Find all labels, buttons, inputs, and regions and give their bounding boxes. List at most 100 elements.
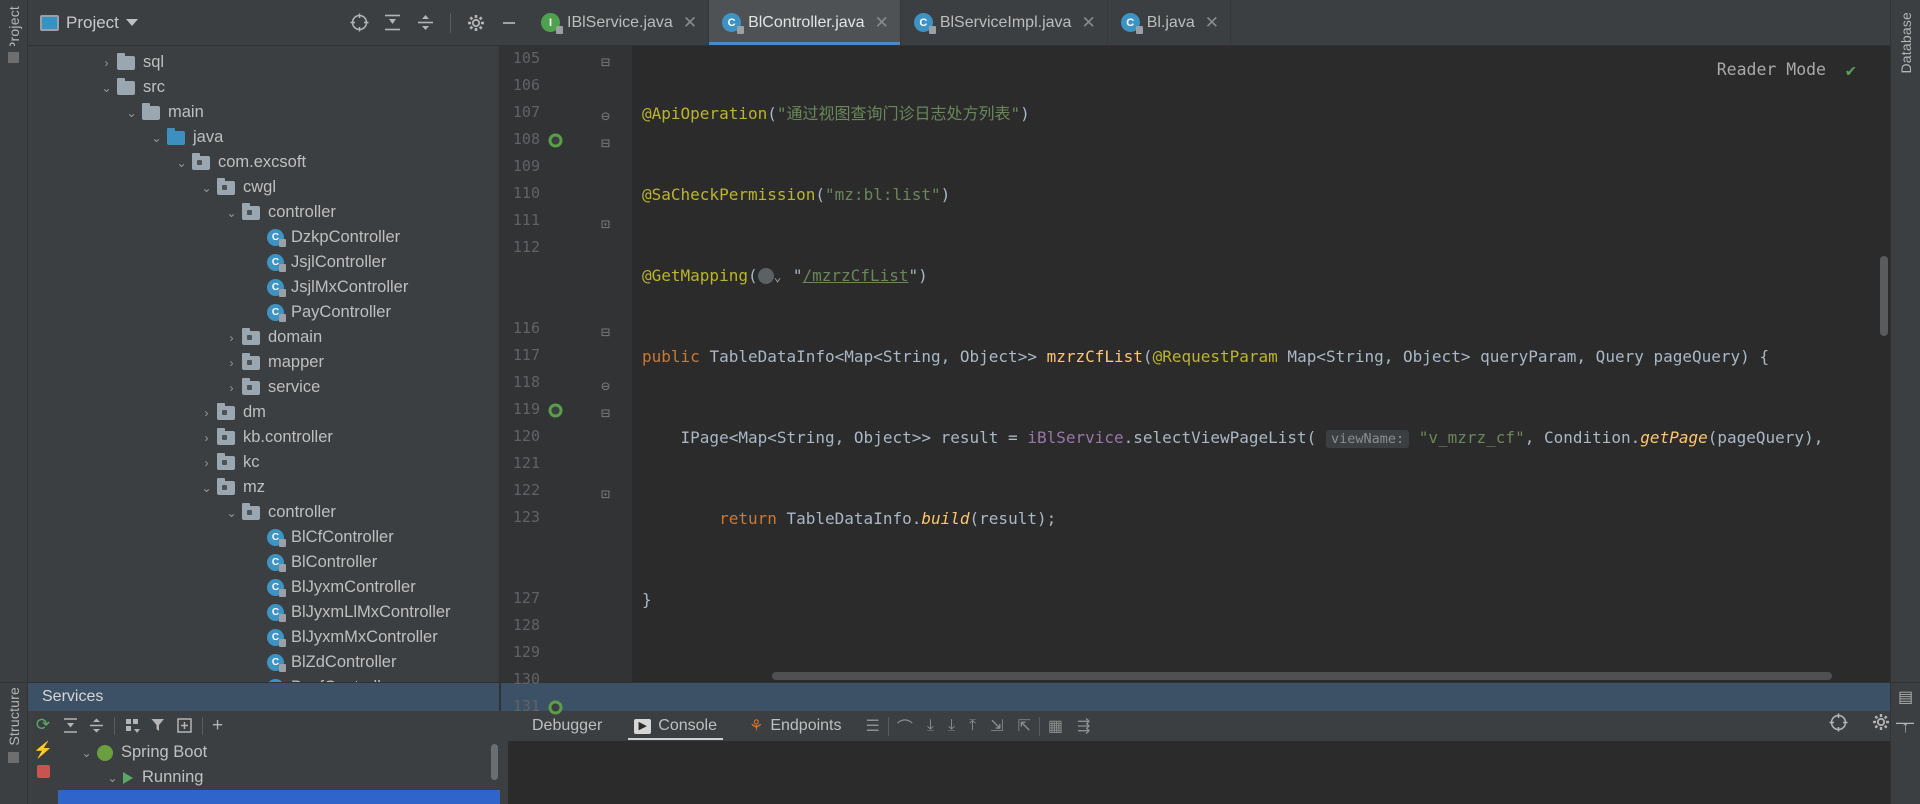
layout-icon[interactable]: ▤ (1898, 687, 1913, 707)
project-tree[interactable]: › sql ⌄ src ⌄ main ⌄ java ⌄ com.excsoft ⌄ cwgl ⌄ cont… (28, 46, 499, 682)
chevron-right-icon[interactable]: › (225, 331, 238, 345)
chevron-down-icon[interactable]: ⌄ (106, 771, 119, 785)
tree-row-domain[interactable]: › domain (28, 325, 499, 350)
reader-mode-label[interactable]: Reader Mode (1717, 56, 1826, 83)
services-tree-row-running[interactable]: ⌄ Running (58, 765, 500, 790)
close-icon[interactable]: ✕ (1205, 14, 1219, 31)
close-icon[interactable]: ✕ (875, 14, 889, 31)
services-minimize-icon[interactable]: — (1896, 712, 1914, 733)
editor-tab-bl[interactable]: C Bl.java ✕ (1108, 0, 1231, 45)
services-tree-row-spring-boot[interactable]: ⌄ Spring Boot (58, 740, 500, 765)
tree-row-service[interactable]: › service (28, 375, 499, 400)
tree-row-dzcfcontroller[interactable]: · C DzcfController (28, 675, 499, 682)
services-locate-icon[interactable] (1829, 713, 1848, 737)
tree-row-paycontroller[interactable]: · C PayController (28, 300, 499, 325)
chevron-down-icon[interactable]: ⌄ (175, 156, 188, 170)
chevron-down-icon[interactable]: ⌄ (200, 181, 213, 195)
tree-row-com-excsoft[interactable]: ⌄ com.excsoft (28, 150, 499, 175)
expand-all-icon[interactable] (379, 10, 405, 36)
tree-row-sql[interactable]: › sql (28, 50, 499, 75)
step-over-icon[interactable]: ⌒ (897, 714, 913, 738)
tree-row-jsjlmxcontroller[interactable]: · C JsjlMxController (28, 275, 499, 300)
debug-icon[interactable]: ⚡ (33, 740, 53, 760)
tree-row-kb-controller[interactable]: › kb.controller (28, 425, 499, 450)
drop-frame-icon[interactable]: ⇱ (1018, 716, 1031, 736)
tree-row-bljyxmcontroller[interactable]: · C BlJyxmController (28, 575, 499, 600)
run-to-cursor-icon[interactable]: ⇲ (990, 716, 1003, 736)
web-mapping-icon[interactable] (757, 264, 781, 291)
close-icon[interactable]: ✕ (683, 14, 697, 31)
tree-row-bljyxmllmxcontroller[interactable]: · C BlJyxmLlMxController (28, 600, 499, 625)
database-rail-label[interactable]: Database (1898, 12, 1914, 74)
minimize-icon[interactable] (496, 10, 522, 36)
rerun-service-icon[interactable]: ⟳ (36, 715, 50, 735)
close-icon[interactable]: ✕ (1081, 14, 1095, 31)
chevron-right-icon[interactable]: › (100, 56, 113, 70)
editor-tab-blserviceimpl[interactable]: C BlServiceImpl.java ✕ (901, 0, 1108, 45)
add-service-icon[interactable]: + (212, 716, 223, 735)
inspection-status-icon[interactable]: ✔ (1846, 58, 1856, 85)
chevron-down-icon[interactable]: ⌄ (100, 81, 113, 95)
chevron-down-icon[interactable]: ⌄ (225, 506, 238, 520)
tab-endpoints[interactable]: ⚘ Endpoints (733, 711, 858, 741)
chevron-right-icon[interactable]: › (200, 431, 213, 445)
stop-icon[interactable] (36, 765, 50, 778)
force-step-into-icon[interactable]: ⤓ (948, 717, 955, 735)
chevron-down-icon[interactable]: ⌄ (150, 131, 163, 145)
chevron-right-icon[interactable]: › (225, 381, 238, 395)
project-rail-label[interactable]: Project (6, 6, 22, 51)
tab-console[interactable]: ▶ Console (618, 711, 733, 741)
tree-row-kc[interactable]: › kc (28, 450, 499, 475)
locate-icon[interactable] (346, 10, 372, 36)
chevron-down-icon[interactable]: ⌄ (200, 481, 213, 495)
tree-row-dzkpcontroller[interactable]: · C DzkpController (28, 225, 499, 250)
filter-icon[interactable] (150, 717, 167, 734)
step-into-icon[interactable]: ⤓ (927, 717, 934, 735)
tree-row-blcfcontroller[interactable]: · C BlCfController (28, 525, 499, 550)
expand-all-icon[interactable] (62, 717, 79, 734)
collapse-all-icon[interactable] (412, 10, 438, 36)
tree-row-mz[interactable]: ⌄ mz (28, 475, 499, 500)
editor-gutter[interactable]: 105 ⊟ 106 107 ⊖ 108 ⊟ 109 110 111 ⊡ 112 116… (500, 46, 632, 715)
editor-vertical-scrollbar[interactable] (1880, 256, 1888, 336)
soft-wrap-icon[interactable]: ☰ (866, 716, 880, 736)
tree-row-main[interactable]: ⌄ main (28, 100, 499, 125)
services-scrollbar[interactable] (491, 744, 498, 780)
services-tree[interactable]: ⌄ Spring Boot ⌄ Running (58, 740, 500, 804)
chevron-down-icon[interactable] (125, 19, 138, 26)
settings-icon[interactable]: ⇶ (1077, 716, 1090, 736)
tree-row-blcontroller[interactable]: · C BlController (28, 550, 499, 575)
chevron-right-icon[interactable]: › (225, 356, 238, 370)
settings-gear-icon[interactable] (463, 10, 489, 36)
step-out-icon[interactable]: ⤒ (969, 717, 976, 735)
tree-row-controller[interactable]: ⌄ controller (28, 500, 499, 525)
tab-debugger[interactable]: Debugger (516, 711, 618, 741)
tree-row-java[interactable]: ⌄ java (28, 125, 499, 150)
structure-rail-label[interactable]: Structure (6, 687, 22, 746)
editor-horizontal-scrollbar[interactable] (772, 672, 1832, 680)
tree-row-mapper[interactable]: › mapper (28, 350, 499, 375)
group-by-icon[interactable] (124, 717, 141, 734)
services-tree-row-selected[interactable] (58, 790, 500, 804)
chevron-down-icon[interactable]: ⌄ (225, 206, 238, 220)
chevron-down-icon[interactable]: ⌄ (80, 746, 93, 760)
run-gutter-icon[interactable] (547, 402, 564, 419)
add-tab-icon[interactable] (176, 717, 193, 734)
structure-icon[interactable] (8, 751, 19, 763)
editor-tab-iblservice[interactable]: I IBlService.java ✕ (528, 0, 710, 45)
tree-row-cwgl[interactable]: ⌄ cwgl (28, 175, 499, 200)
tree-row-controller[interactable]: ⌄ controller (28, 200, 499, 225)
chevron-right-icon[interactable]: › (200, 456, 213, 470)
tree-row-jsjlcontroller[interactable]: · C JsjlController (28, 250, 499, 275)
tree-row-bljyxmmxcontroller[interactable]: · C BlJyxmMxController (28, 625, 499, 650)
evaluate-icon[interactable]: ▦ (1048, 716, 1063, 736)
editor-code-area[interactable]: @ApiOperation("通过视图查询门诊日志处方列表") @SaCheck… (632, 46, 1890, 682)
tree-row-dm[interactable]: › dm (28, 400, 499, 425)
run-gutter-icon[interactable] (547, 132, 564, 149)
editor-tab-blcontroller[interactable]: C BlController.java ✕ (709, 0, 901, 45)
chevron-down-icon[interactable]: ⌄ (125, 106, 138, 120)
services-gear-icon[interactable] (1872, 713, 1890, 736)
bookmarks-icon[interactable] (8, 52, 19, 63)
tree-row-blzdcontroller[interactable]: · C BlZdController (28, 650, 499, 675)
collapse-all-icon[interactable] (88, 717, 105, 734)
